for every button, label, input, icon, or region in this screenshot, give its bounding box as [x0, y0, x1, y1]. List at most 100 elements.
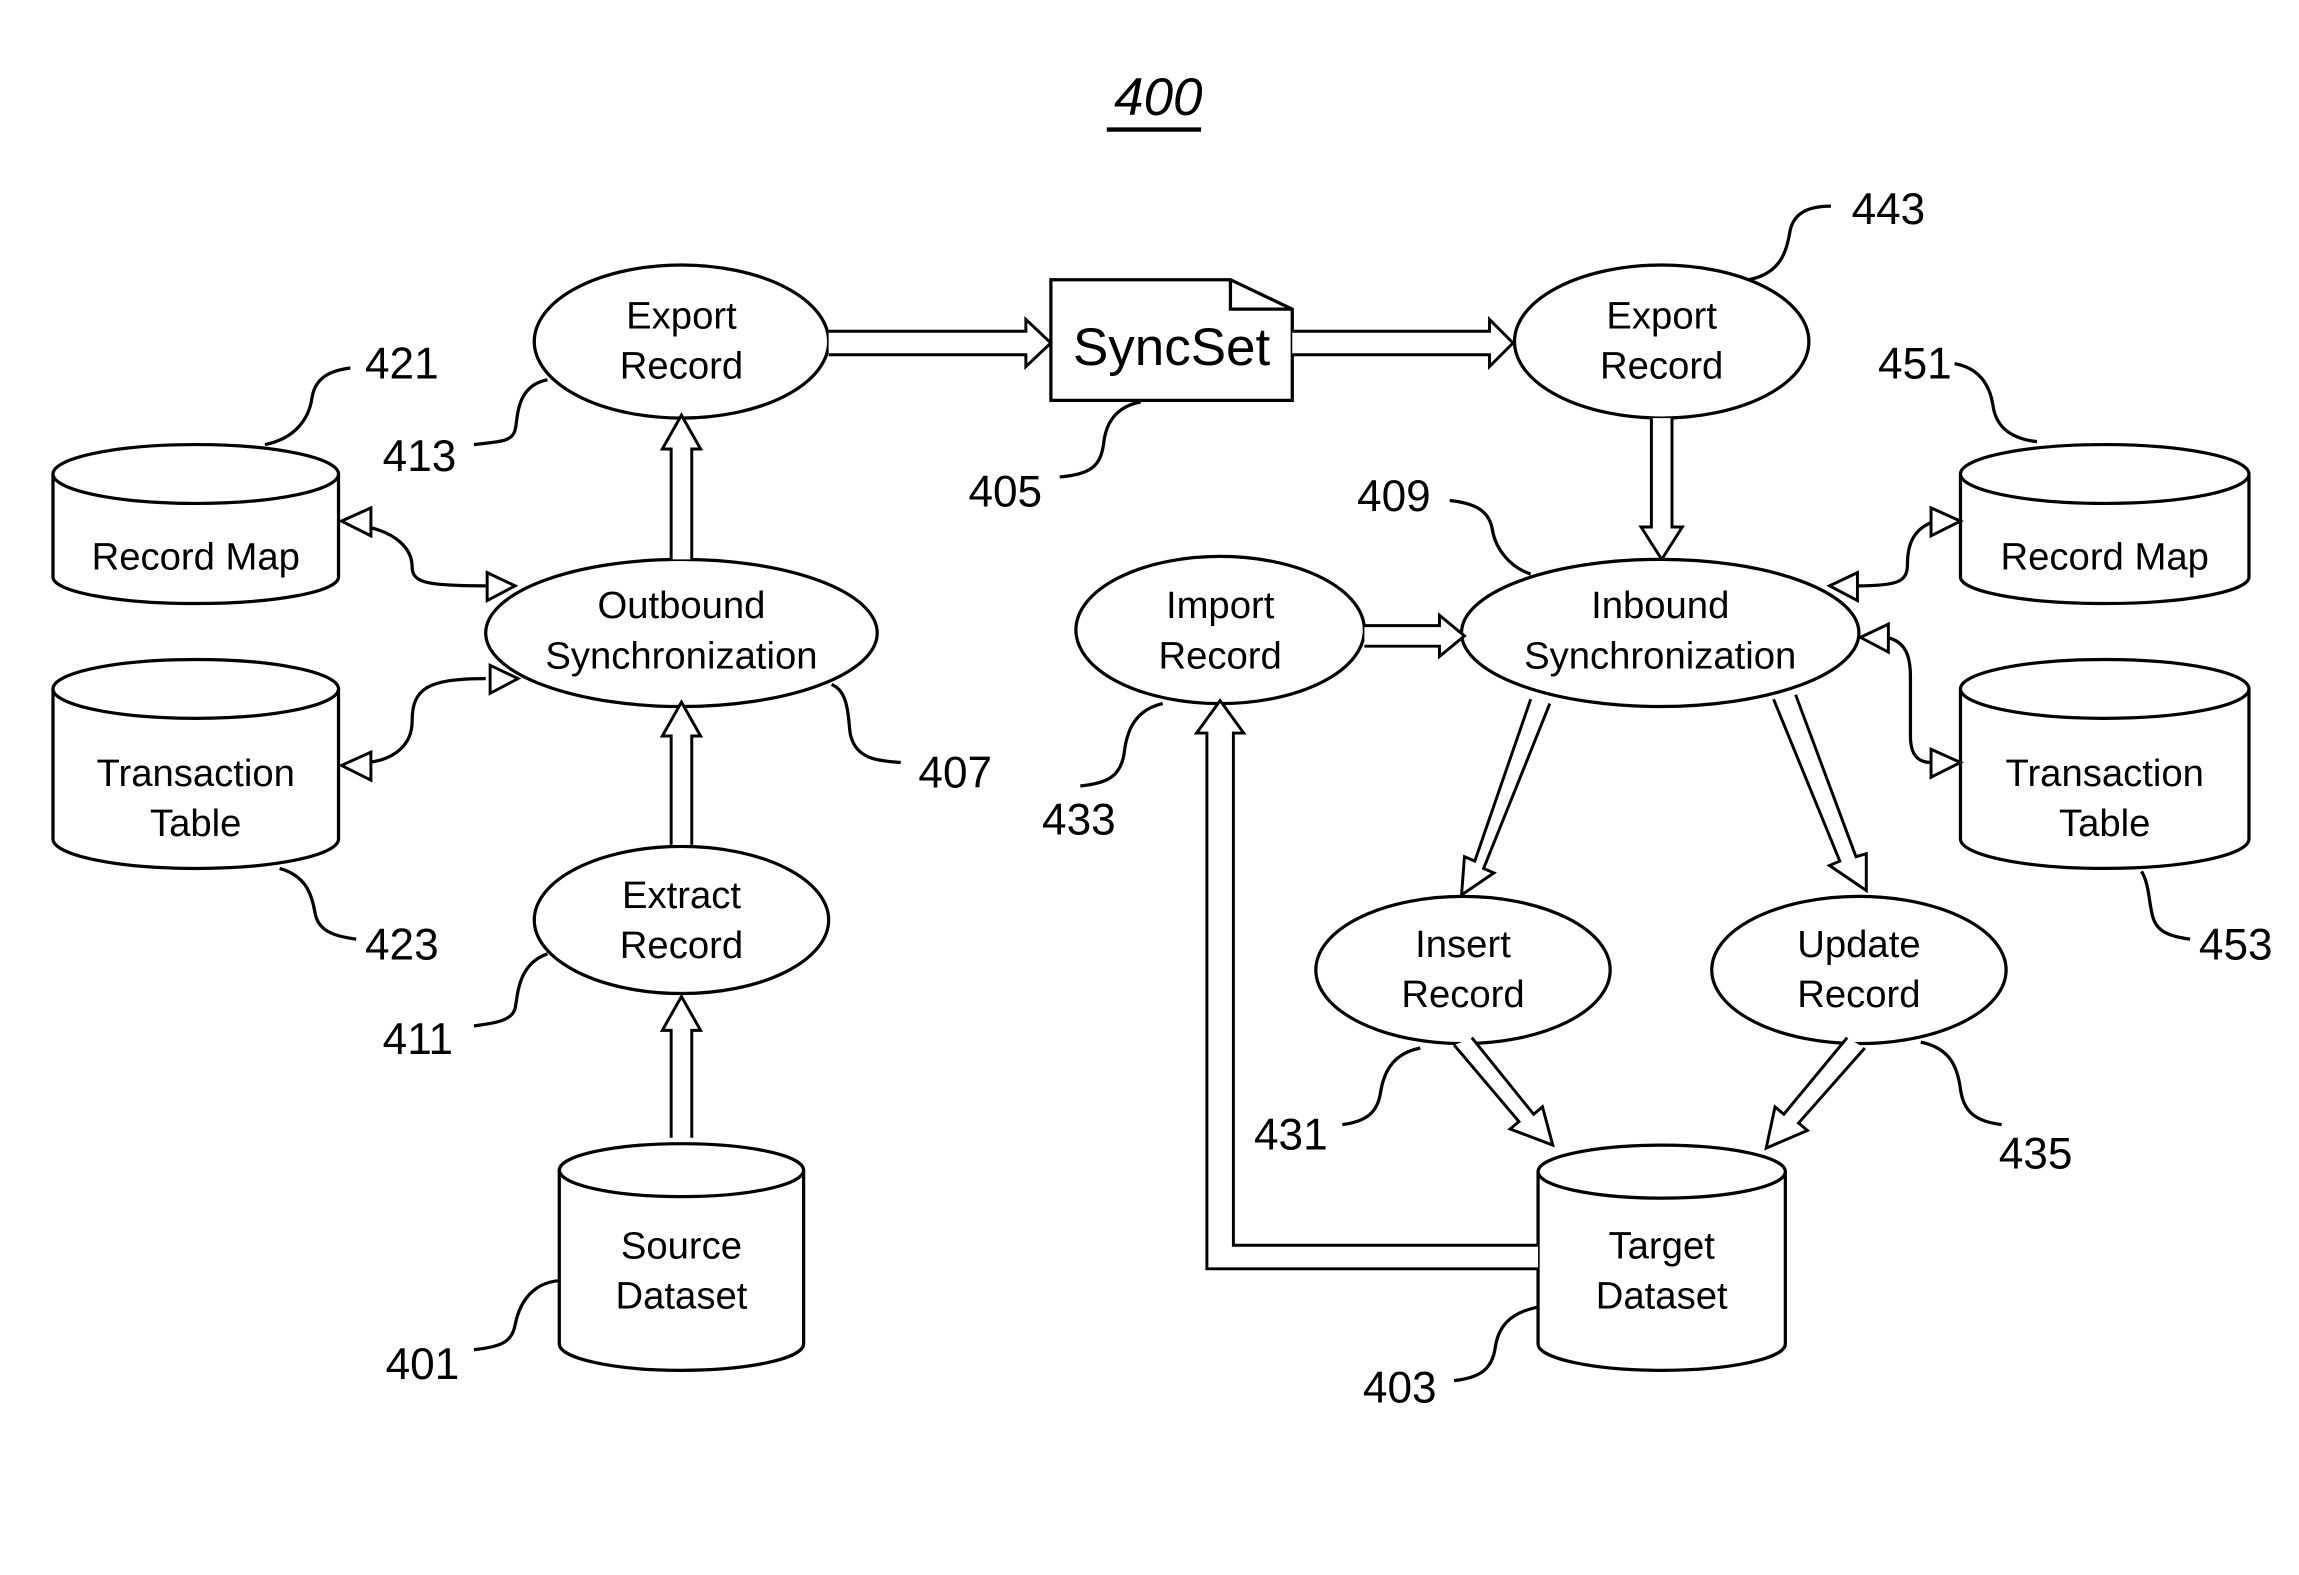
import-record-label-2: Record — [1158, 634, 1281, 677]
target-dataset-body — [1536, 1171, 1787, 1372]
record-map-right-label: Record Map — [2001, 536, 2209, 579]
syncset-document: SyncSet — [1049, 278, 1294, 403]
ref-431: 431 — [1254, 1111, 1328, 1160]
extract-record-ellipse — [532, 844, 831, 996]
ref-433: 433 — [1042, 796, 1116, 845]
import-record-ellipse — [1074, 554, 1367, 706]
ref-435: 435 — [1999, 1130, 2073, 1179]
source-dataset-top — [557, 1142, 806, 1199]
transaction-table-right-label-2: Table — [2059, 802, 2150, 845]
leader-433 — [1080, 702, 1164, 788]
ref-443: 443 — [1852, 185, 1926, 234]
inbound-sync-node: Inbound Synchronization — [1459, 557, 1861, 709]
ref-413: 413 — [383, 432, 457, 481]
transaction-table-right-cylinder: Transaction Table — [1958, 657, 2251, 871]
leader-403 — [1453, 1305, 1539, 1383]
target-dataset-cylinder: Target Dataset — [1536, 1143, 1787, 1372]
record-map-right-cylinder: Record Map — [1958, 442, 2251, 606]
arrow-insert-to-target — [1453, 1036, 1555, 1148]
syncset-label: SyncSet — [1073, 318, 1271, 377]
connector-transaction-inbound — [1886, 635, 1932, 765]
ref-405: 405 — [968, 467, 1042, 516]
leader-431 — [1342, 1046, 1421, 1127]
insert-record-label-2: Record — [1401, 973, 1524, 1016]
export-record-outbound-label-2: Record — [620, 344, 743, 387]
insert-record-node: Insert Record — [1314, 894, 1612, 1046]
export-record-inbound-ellipse — [1512, 263, 1811, 420]
leader-453 — [2140, 870, 2191, 941]
inbound-sync-ellipse — [1459, 557, 1861, 709]
ref-423: 423 — [365, 921, 439, 970]
insert-record-ellipse — [1314, 894, 1612, 1046]
source-dataset-label-2: Dataset — [616, 1275, 748, 1318]
extract-record-label-1: Extract — [622, 874, 741, 917]
sync-flow-diagram: 400 Export Record 413 Outbound Synchroni… — [51, 68, 2273, 1413]
update-record-ellipse — [1710, 894, 2008, 1046]
leader-401 — [473, 1278, 560, 1352]
arrowhead-to-recordmap-right — [1929, 505, 1964, 539]
extract-record-label-2: Record — [620, 924, 743, 967]
arrow-source-to-extract — [659, 993, 704, 1138]
target-dataset-label-1: Target — [1609, 1224, 1716, 1267]
figure-number-text: 400 — [1114, 68, 1203, 127]
arrow-inbound-to-update — [1772, 694, 1868, 894]
ref-453: 453 — [2199, 921, 2273, 970]
record-map-left-top — [51, 442, 341, 506]
export-record-outbound-label-1: Export — [626, 294, 737, 337]
update-record-label-1: Update — [1797, 923, 1920, 966]
import-record-label-1: Import — [1166, 584, 1275, 627]
connector-transaction-outbound — [367, 676, 486, 765]
transaction-table-left-label-2: Table — [150, 802, 241, 845]
connector-recordmap-inbound — [1857, 521, 1932, 588]
inbound-sync-label-1: Inbound — [1591, 584, 1729, 627]
ref-421: 421 — [365, 339, 439, 388]
transaction-table-left-cylinder: Transaction Table — [51, 657, 341, 871]
export-record-inbound-label-2: Record — [1600, 344, 1723, 387]
transaction-table-right-label-1: Transaction — [2006, 752, 2204, 795]
source-dataset-cylinder: Source Dataset — [557, 1142, 806, 1372]
insert-record-label-1: Insert — [1415, 923, 1511, 966]
arrow-inbound-to-insert — [1459, 698, 1552, 898]
outbound-sync-label-1: Outbound — [597, 584, 765, 627]
leader-407 — [830, 682, 901, 765]
transaction-table-left-label-1: Transaction — [97, 752, 295, 795]
record-map-right-top — [1958, 442, 2251, 506]
update-record-node: Update Record — [1710, 894, 2008, 1046]
ref-403: 403 — [1363, 1364, 1437, 1413]
arrowhead-to-transaction-right — [1929, 746, 1964, 780]
export-record-outbound-ellipse — [532, 263, 831, 420]
connector-recordmap-outbound — [367, 525, 486, 588]
ref-451: 451 — [1878, 339, 1952, 388]
leader-443 — [1748, 204, 1831, 282]
ref-411: 411 — [383, 1015, 453, 1064]
leader-409 — [1449, 498, 1532, 576]
record-map-left-label: Record Map — [92, 536, 300, 579]
arrowhead-to-inbound-right — [1857, 621, 1890, 655]
inbound-sync-label-2: Synchronization — [1524, 634, 1796, 677]
import-record-node: Import Record — [1074, 554, 1367, 706]
export-record-inbound-label-1: Export — [1606, 294, 1717, 337]
export-record-inbound-node: Export Record — [1512, 263, 1811, 420]
record-map-left-cylinder: Record Map — [51, 442, 341, 606]
arrow-update-to-target — [1764, 1036, 1866, 1151]
target-dataset-label-2: Dataset — [1596, 1275, 1728, 1318]
leader-413 — [473, 378, 548, 447]
outbound-sync-ellipse — [484, 557, 879, 709]
ref-401: 401 — [386, 1340, 460, 1389]
arrow-extract-to-outbound — [659, 699, 704, 845]
ref-407: 407 — [918, 749, 992, 798]
transaction-table-right-top — [1958, 657, 2251, 720]
leader-435 — [1920, 1040, 2002, 1127]
arrowhead-to-transaction-left — [338, 749, 373, 783]
source-dataset-label-1: Source — [621, 1224, 742, 1267]
export-record-outbound-node: Export Record — [532, 263, 831, 420]
arrow-import-to-inbound — [1364, 612, 1467, 660]
extract-record-node: Extract Record — [532, 844, 831, 996]
outbound-sync-label-2: Synchronization — [545, 634, 817, 677]
ref-409: 409 — [1357, 472, 1431, 521]
arrowhead-to-recordmap-left — [338, 505, 373, 539]
source-dataset-body — [557, 1170, 806, 1372]
update-record-label-2: Record — [1797, 973, 1920, 1016]
outbound-sync-node: Outbound Synchronization — [484, 557, 879, 709]
leader-405 — [1059, 400, 1142, 479]
